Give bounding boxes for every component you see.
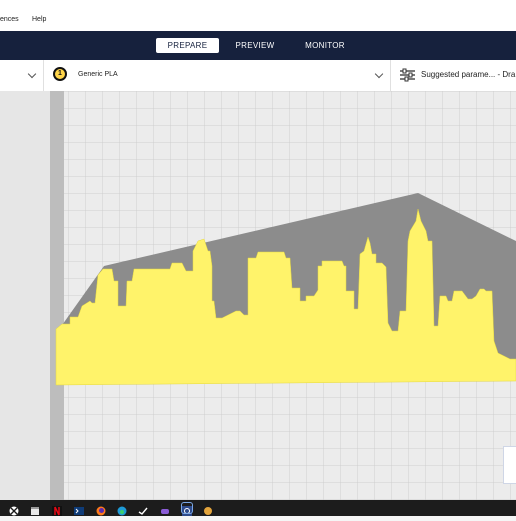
settings-sliders-icon <box>400 68 415 82</box>
menu-help[interactable]: Help <box>32 16 46 23</box>
extruder-badge: 1 <box>53 67 67 81</box>
tab-prepare[interactable]: PREPARE <box>156 38 219 53</box>
printer-selector[interactable] <box>0 60 43 91</box>
3d-viewport[interactable] <box>0 91 516 500</box>
material-label: Generic PLA <box>78 71 118 78</box>
tab-monitor[interactable]: MONITOR <box>296 38 354 53</box>
file-explorer-icon[interactable] <box>30 503 40 515</box>
menu-bar: ences Help <box>0 0 516 32</box>
stage-bar: PREPARE PREVIEW MONITOR <box>0 31 516 60</box>
view-orientation-panel[interactable] <box>503 446 516 484</box>
edge-icon[interactable] <box>117 503 127 516</box>
windows-icon[interactable] <box>9 503 19 516</box>
app-icon[interactable] <box>203 503 213 515</box>
print-settings-label: Suggested parame... - Dra <box>421 70 516 79</box>
taskbar <box>0 500 516 516</box>
menu-preferences[interactable]: ences <box>0 16 19 23</box>
netflix-icon[interactable] <box>52 503 62 516</box>
firefox-icon[interactable] <box>96 503 106 516</box>
game-icon[interactable] <box>160 503 170 514</box>
terminal-icon[interactable] <box>74 503 84 515</box>
extruder-number: 1 <box>58 70 62 77</box>
cura-icon[interactable] <box>181 502 193 516</box>
steam-icon[interactable] <box>138 503 148 515</box>
build-plate <box>0 91 516 500</box>
tab-preview[interactable]: PREVIEW <box>227 38 283 53</box>
chevron-down-icon <box>374 69 384 79</box>
chevron-down-icon <box>27 69 37 79</box>
